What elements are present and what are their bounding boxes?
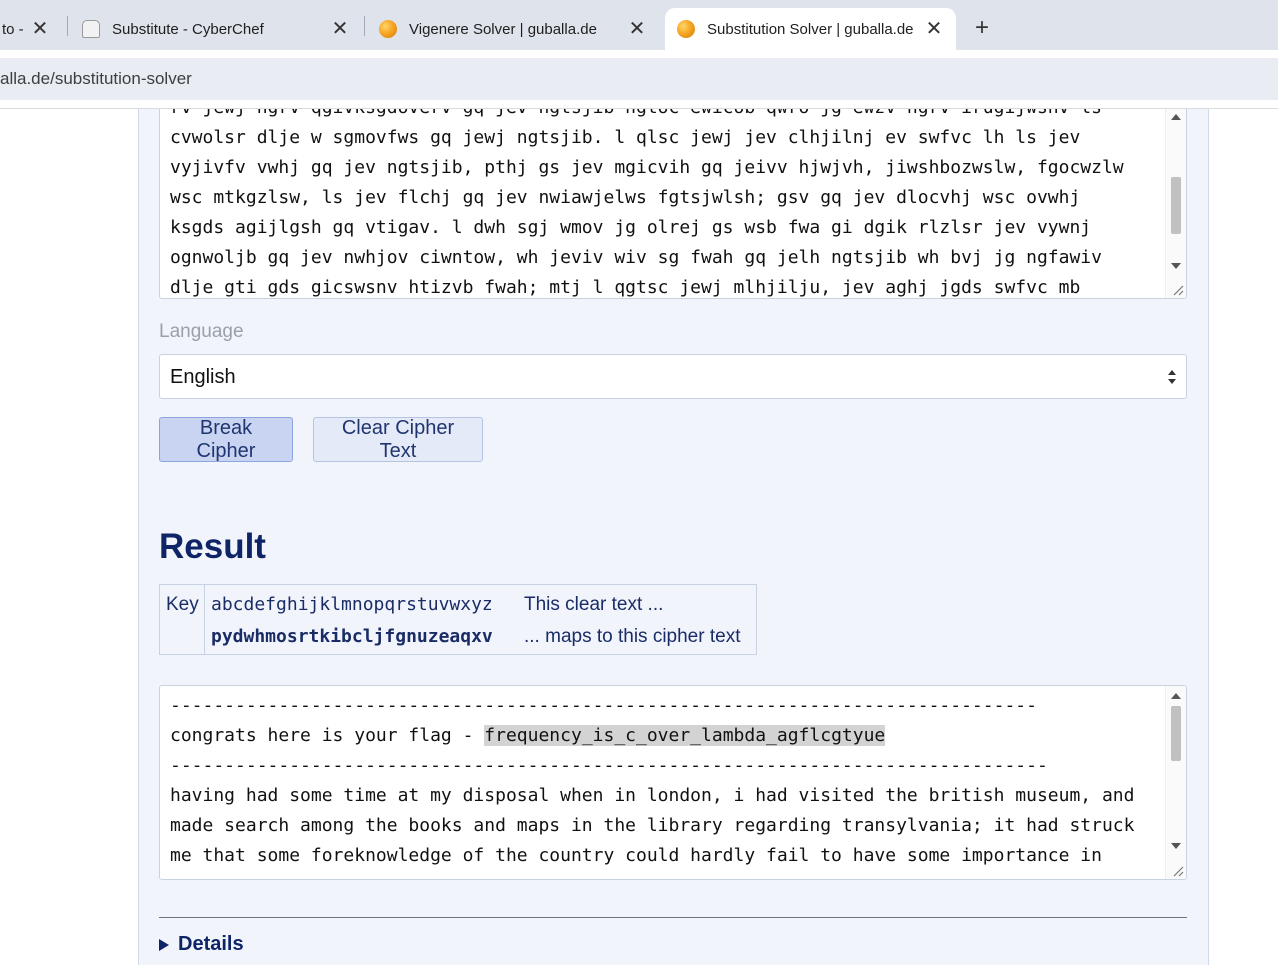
clear-cipher-text-button[interactable]: Clear Cipher Text <box>313 417 483 462</box>
scroll-up-icon[interactable] <box>1171 114 1181 120</box>
tab-title: Vigenere Solver | guballa.de <box>409 20 597 38</box>
plain-text-output[interactable]: ----------------------------------------… <box>159 685 1187 880</box>
flag-line: congrats here is your flag - frequency_i… <box>170 725 886 746</box>
page-viewport: rv jewj ngrv qgivksgdoverv gq jev ngtsji… <box>0 109 1278 965</box>
tab-title: Substitution Solver | guballa.de <box>707 20 914 38</box>
scroll-down-icon[interactable] <box>1171 843 1181 849</box>
orange-ball-icon <box>379 20 397 38</box>
language-label: Language <box>159 321 244 342</box>
address-bar[interactable]: alla.de/substitution-solver <box>0 58 1278 100</box>
result-heading: Result <box>159 527 266 566</box>
cipher-input-scrollbar[interactable] <box>1165 109 1186 298</box>
plain-alphabet-description: This clear text ... <box>524 594 664 615</box>
flag-prefix: congrats here is your flag - <box>170 725 485 746</box>
new-tab-button[interactable]: + <box>968 14 996 42</box>
key-table: Key abcdefghijklmnopqrstuvwxyz pydwhmosr… <box>159 584 757 655</box>
section-divider <box>159 917 1187 918</box>
url-text: alla.de/substitution-solver <box>0 69 192 88</box>
tab-separator <box>364 16 365 36</box>
key-label: Key <box>166 594 199 615</box>
output-line: having had some time at my disposal when… <box>170 785 1135 806</box>
scroll-thumb[interactable] <box>1171 177 1181 234</box>
output-line: me that some foreknowledge of the countr… <box>170 845 1102 866</box>
scroll-thumb[interactable] <box>1171 706 1181 761</box>
tab-separator <box>67 16 68 36</box>
chef-hat-icon <box>82 20 100 38</box>
flag-value: frequency_is_c_over_lambda_agflcgtyue <box>484 725 886 746</box>
tab-strip: to - ✕ Substitute - CyberChef ✕ Vigenere… <box>0 0 1278 50</box>
orange-ball-icon <box>677 20 695 38</box>
language-select[interactable]: English <box>159 354 1187 399</box>
output-rule: ----------------------------------------… <box>170 695 1037 716</box>
tab-cyberchef[interactable]: Substitute - CyberChef ✕ <box>70 8 362 50</box>
break-cipher-button[interactable]: Break Cipher <box>159 417 293 462</box>
select-caret-icon <box>1168 370 1176 384</box>
tab-title: Substitute - CyberChef <box>112 20 264 38</box>
disclosure-triangle-icon <box>159 938 169 951</box>
cipher-line: wsc mtkgzlsw, ls jev flchj gq jev nwiawj… <box>170 187 1081 208</box>
cipher-line: dlje gti gds gicswsnv htizvb fwah; mtj l… <box>170 277 1081 298</box>
output-rule: ----------------------------------------… <box>170 755 1048 776</box>
details-toggle[interactable]: Details <box>159 933 244 956</box>
cipher-alphabet-description: ... maps to this cipher text <box>524 626 741 647</box>
browser-toolbar: alla.de/substitution-solver <box>0 50 1278 109</box>
tab-title: to - <box>2 20 24 38</box>
language-selected-value: English <box>170 366 236 388</box>
resize-handle-icon[interactable] <box>1172 284 1184 296</box>
tab-substitution-solver[interactable]: Substitution Solver | guballa.de ✕ <box>665 8 956 50</box>
tab-partial[interactable]: to - ✕ <box>0 8 62 50</box>
cipher-line: rv jewj ngrv qgivksgdoverv gq jev ngtsji… <box>170 109 1102 118</box>
close-icon[interactable]: ✕ <box>330 19 350 39</box>
cipher-text-input[interactable]: rv jewj ngrv qgivksgdoverv gq jev ngtsji… <box>159 109 1187 299</box>
resize-handle-icon[interactable] <box>1172 865 1184 877</box>
close-icon[interactable]: ✕ <box>30 19 50 39</box>
close-icon[interactable]: ✕ <box>627 19 647 39</box>
cipher-line: ognwoljb gq jev nwhjov ciwntow, wh jeviv… <box>170 247 1102 268</box>
cipher-alphabet: pydwhmosrtkibcljfgnuzeaqxv <box>211 626 493 647</box>
details-label: Details <box>178 933 244 955</box>
output-scrollbar[interactable] <box>1165 686 1186 879</box>
key-label-cell: Key <box>160 585 205 654</box>
scroll-up-icon[interactable] <box>1171 693 1181 699</box>
cipher-line: ksgds agijlgsh gq vtigav. l dwh sgj wmov… <box>170 217 1092 238</box>
output-line: made search among the books and maps in … <box>170 815 1135 836</box>
scroll-down-icon[interactable] <box>1171 263 1181 269</box>
plain-alphabet: abcdefghijklmnopqrstuvwxyz <box>211 594 493 615</box>
close-icon[interactable]: ✕ <box>924 19 944 39</box>
cipher-line: cvwolsr dlje w sgmovfws gq jewj ngtsjib.… <box>170 127 1081 148</box>
cipher-line: vyjivfv vwhj gq jev ngtsjib, pthj gs jev… <box>170 157 1124 178</box>
tab-vigenere-solver[interactable]: Vigenere Solver | guballa.de ✕ <box>367 8 659 50</box>
